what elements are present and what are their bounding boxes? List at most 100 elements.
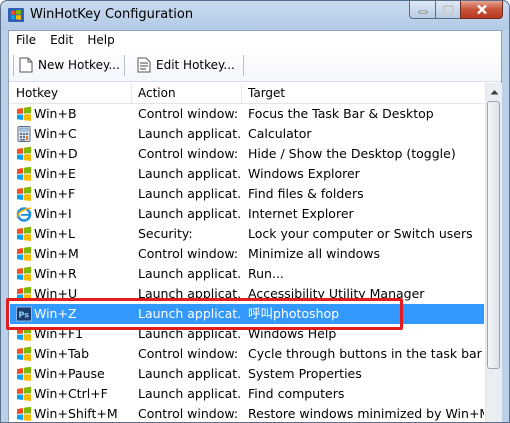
windows-flag-icon (16, 346, 32, 362)
hotkey-cell: Win+M (34, 246, 79, 261)
action-cell: Launch applicat... (138, 126, 242, 141)
hotkey-cell: Win+R (34, 266, 77, 281)
new-hotkey-label: New Hotkey... (38, 58, 120, 72)
hotkey-cell: Win+F (34, 186, 76, 201)
list-row[interactable]: Win+I Launch applicat... Internet Explorer (10, 204, 484, 224)
svg-text:Ps: Ps (19, 311, 30, 320)
list-row[interactable]: Win+Tab Control window: Cycle through butt… (10, 344, 484, 364)
column-header-target[interactable]: Target (242, 83, 484, 103)
new-document-icon (19, 57, 33, 73)
list-row[interactable]: Win+M Control window: Minimize all windows (10, 244, 484, 264)
list-rows: Win+B Control window: Focus the Task Bar &… (10, 104, 484, 422)
target-cell: System Properties (248, 366, 362, 381)
window-title: WinHotKey Configuration (30, 7, 194, 22)
column-header-action[interactable]: Action (132, 83, 242, 103)
target-cell: Windows Help (248, 326, 337, 341)
windows-flag-icon (16, 266, 32, 282)
close-button[interactable] (460, 1, 503, 19)
list-row[interactable]: Win+F Launch applicat... Find files & fold… (10, 184, 484, 204)
vertical-scrollbar[interactable] (485, 83, 502, 422)
hotkey-cell: Win+E (34, 166, 76, 181)
list-row[interactable]: Win+L Security: Lock your computer or Swit… (10, 224, 484, 244)
hotkey-cell: Win+Z (34, 306, 77, 321)
toolbar-separator (243, 55, 244, 76)
minimize-button[interactable] (409, 1, 435, 19)
list-header: Hotkey Action Target (10, 83, 484, 104)
target-cell: Focus the Task Bar & Desktop (248, 106, 434, 121)
list-row[interactable]: Win+U Launch applicat... Accessibility Uti… (10, 284, 484, 304)
action-cell: Control window: (138, 246, 239, 261)
list-row[interactable]: Ps Win+Z Launch applicat... 呼叫photoshop (10, 304, 484, 324)
action-cell: Launch applicat... (138, 286, 242, 301)
photoshop-icon: Ps (16, 306, 32, 322)
hotkey-cell: Win+B (34, 106, 77, 121)
hotkey-cell: Win+C (34, 126, 77, 141)
action-cell: Control window: (138, 346, 239, 361)
new-hotkey-button[interactable]: New Hotkey... (19, 54, 120, 76)
column-header-hotkey[interactable]: Hotkey (10, 83, 132, 103)
maximize-button[interactable] (435, 1, 460, 19)
windows-flag-icon (16, 186, 32, 202)
list-row[interactable]: Win+Pause Launch applicat... System Proper… (10, 364, 484, 384)
target-cell: Internet Explorer (248, 206, 354, 221)
target-cell: Calculator (248, 126, 312, 141)
action-cell: Control window: (138, 106, 239, 121)
list-row[interactable]: Win+Shift+M Control window: Restore window… (10, 404, 484, 422)
windows-flag-icon (16, 166, 32, 182)
list-row[interactable]: Win+D Control window: Hide / Show the Desk… (10, 144, 484, 164)
hotkey-list[interactable]: Hotkey Action Target Win+B Control window… (10, 83, 484, 422)
minimize-icon (418, 10, 427, 13)
hotkey-cell: Win+Shift+M (34, 406, 118, 421)
action-cell: Launch applicat... (138, 206, 242, 221)
windows-flag-icon (16, 406, 32, 422)
windows-flag-icon (16, 226, 32, 242)
toolbar-separator (124, 55, 125, 76)
internet-explorer-icon (16, 206, 32, 222)
edit-hotkey-label: Edit Hotkey... (156, 58, 235, 72)
list-row[interactable]: Win+C Launch applicat... Calculator (10, 124, 484, 144)
windows-flag-icon (16, 146, 32, 162)
edit-hotkey-button[interactable]: Edit Hotkey... (137, 54, 235, 76)
list-row[interactable]: Win+F1 Launch applicat... Windows Help (10, 324, 484, 344)
windows-flag-icon (16, 326, 32, 342)
scroll-up-button[interactable] (486, 83, 502, 100)
target-cell: Accessibility Utility Manager (248, 286, 425, 301)
menu-file[interactable]: File (9, 31, 43, 50)
list-row[interactable]: Win+E Launch applicat... Windows Explorer (10, 164, 484, 184)
menu-help[interactable]: Help (80, 31, 121, 50)
target-cell: Restore windows minimized by Win+M (248, 406, 484, 421)
windows-flag-icon (16, 286, 32, 302)
hotkey-cell: Win+L (34, 226, 75, 241)
windows-flag-icon (16, 366, 32, 382)
title-bar[interactable]: WinHotKey Configuration (1, 1, 509, 30)
list-row[interactable]: Win+R Launch applicat... Run... (10, 264, 484, 284)
window-app-icon (8, 8, 24, 22)
target-cell: Find computers (248, 386, 345, 401)
action-cell: Security: (138, 226, 193, 241)
hotkey-cell: Win+U (34, 286, 78, 301)
toolbar: New Hotkey... Edit Hotkey... (9, 50, 501, 82)
action-cell: Launch applicat... (138, 386, 242, 401)
list-row[interactable]: Win+Ctrl+F Launch applicat... Find compute… (10, 384, 484, 404)
target-cell: Cycle through buttons in the task bar (248, 346, 482, 361)
scroll-thumb[interactable] (487, 101, 500, 369)
target-cell: Minimize all windows (248, 246, 381, 261)
menu-bar: File Edit Help (9, 31, 501, 50)
list-row[interactable]: Win+B Control window: Focus the Task Bar &… (10, 104, 484, 124)
hotkey-cell: Win+I (34, 206, 72, 221)
target-cell: Run... (248, 266, 284, 281)
target-cell: Lock your computer or Switch users (248, 226, 473, 241)
target-cell: Hide / Show the Desktop (toggle) (248, 146, 456, 161)
hotkey-cell: Win+Ctrl+F (34, 386, 108, 401)
action-cell: Launch applicat... (138, 166, 242, 181)
menu-edit[interactable]: Edit (43, 31, 80, 50)
client-area: File Edit Help New Hotkey... Edit Hotkey… (8, 30, 502, 422)
action-cell: Launch applicat... (138, 326, 242, 341)
calculator-icon (16, 126, 32, 142)
scroll-up-arrow-icon (490, 89, 498, 94)
maximize-icon (442, 4, 454, 15)
target-cell: Windows Explorer (248, 166, 360, 181)
target-cell: 呼叫photoshop (248, 306, 340, 321)
action-cell: Launch applicat... (138, 266, 242, 281)
windows-flag-icon (16, 106, 32, 122)
